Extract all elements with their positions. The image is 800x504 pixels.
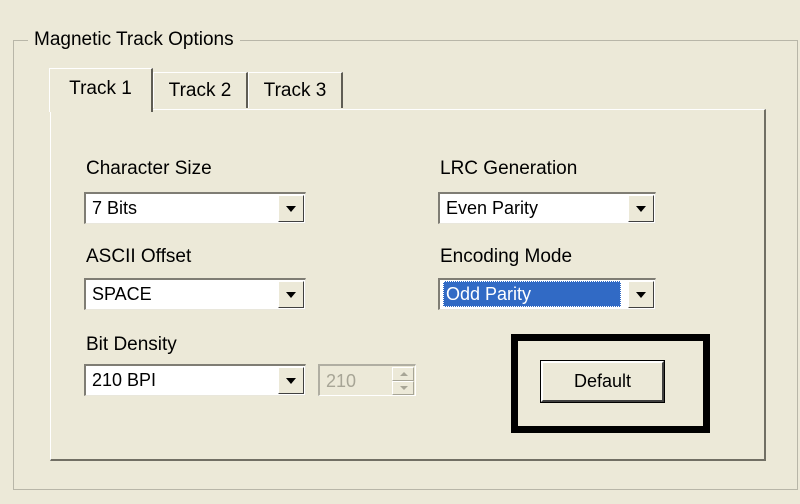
encoding-mode-select[interactable]: Odd Parity: [438, 278, 656, 310]
bit-density-label: Bit Density: [86, 334, 177, 355]
character-size-value: 7 Bits: [92, 198, 138, 218]
spin-up-icon: [392, 367, 414, 381]
lrc-generation-label: LRC Generation: [440, 158, 578, 179]
character-size-label: Character Size: [86, 158, 212, 179]
lrc-generation-value: Even Parity: [446, 198, 539, 218]
ascii-offset-label: ASCII Offset: [86, 246, 192, 267]
spin-down-icon: [392, 381, 414, 395]
encoding-mode-value: Odd Parity: [443, 281, 621, 307]
bit-density-spinner: 210: [318, 364, 416, 396]
chevron-down-icon[interactable]: [628, 195, 654, 222]
chevron-down-icon[interactable]: [628, 281, 654, 308]
lrc-generation-select[interactable]: Even Parity: [438, 192, 656, 224]
bit-density-select[interactable]: 210 BPI: [84, 364, 306, 396]
bit-density-value: 210 BPI: [92, 370, 157, 390]
chevron-down-icon[interactable]: [278, 195, 304, 222]
bit-density-spin-value: 210: [326, 371, 357, 391]
group-title: Magnetic Track Options: [28, 28, 240, 52]
character-size-select[interactable]: 7 Bits: [84, 192, 306, 224]
ascii-offset-select[interactable]: SPACE: [84, 278, 306, 310]
chevron-down-icon[interactable]: [278, 367, 304, 394]
chevron-down-icon[interactable]: [278, 281, 304, 308]
tab-track-1[interactable]: Track 1: [49, 68, 153, 112]
tab-track-2[interactable]: Track 2: [153, 72, 248, 108]
default-button[interactable]: Default: [540, 360, 665, 403]
ascii-offset-value: SPACE: [92, 284, 152, 304]
encoding-mode-label: Encoding Mode: [440, 246, 573, 267]
tab-track-3[interactable]: Track 3: [248, 72, 343, 108]
spinner-buttons: [392, 367, 414, 395]
